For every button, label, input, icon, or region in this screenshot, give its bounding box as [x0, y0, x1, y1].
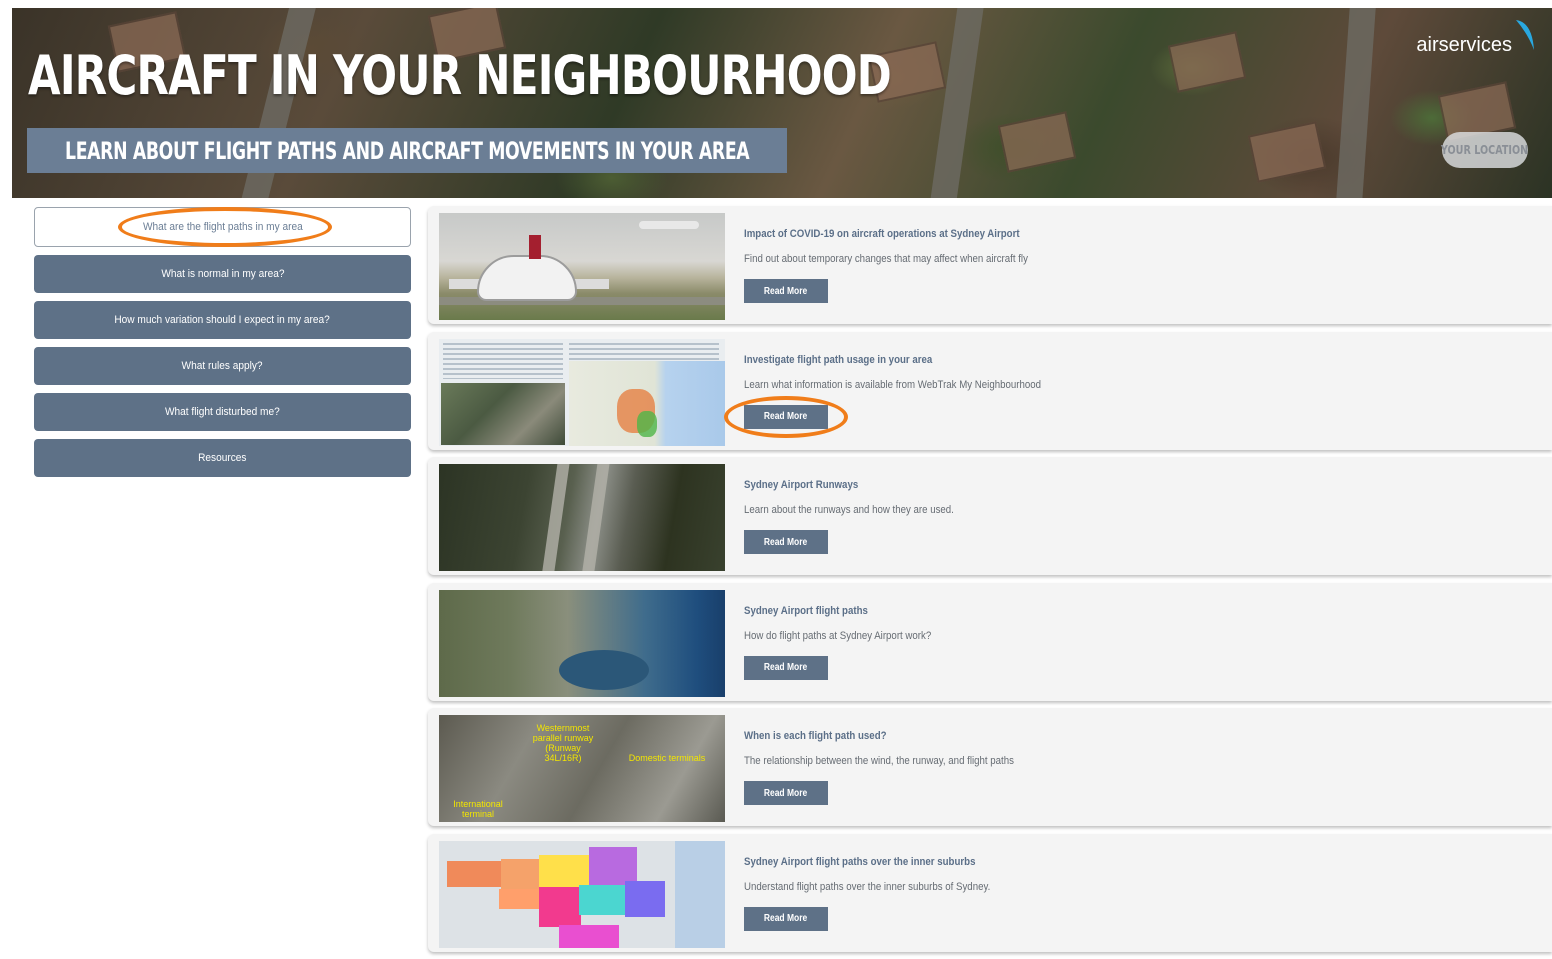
read-more-button[interactable]: Read More — [744, 655, 828, 680]
sidebar-item-variation[interactable]: How much variation should I expect in my… — [34, 301, 411, 339]
domestic-label: Domestic terminals — [628, 753, 706, 763]
logo-swoosh-icon — [1516, 20, 1534, 50]
card-thumbnail[interactable] — [439, 213, 725, 320]
jet-shape — [477, 255, 577, 301]
logo-text: airservices — [1416, 34, 1512, 56]
suburb-region — [499, 888, 539, 909]
read-more-button[interactable]: Read More — [744, 404, 828, 429]
read-more-label: Read More — [764, 913, 808, 924]
text-block — [443, 342, 563, 379]
read-more-label: Read More — [764, 285, 808, 297]
card-body: Sydney Airport flight paths over the inn… — [744, 856, 1024, 931]
aerial-image — [441, 382, 565, 445]
card-thumbnail[interactable] — [439, 840, 725, 948]
card-covid: Impact of COVID-19 on aircraft operation… — [428, 206, 1552, 324]
card-description: How do flight paths at Sydney Airport wo… — [744, 629, 932, 642]
card-thumbnail[interactable]: Westernmost parallel runway (Runway 34L/… — [439, 715, 725, 822]
card-description: Understand flight paths over the inner s… — [744, 880, 991, 893]
subtitle-bar: LEARN ABOUT FLIGHT PATHS AND AIRCRAFT MO… — [27, 128, 787, 173]
card-inner-suburbs: Sydney Airport flight paths over the inn… — [428, 833, 1552, 952]
aerial-road — [1332, 8, 1378, 198]
card-description: Find out about temporary changes that ma… — [744, 253, 1028, 265]
page-subtitle: LEARN ABOUT FLIGHT PATHS AND AIRCRAFT MO… — [64, 136, 750, 165]
card-body: Sydney Airport Runways Learn about the r… — [744, 479, 983, 554]
sidebar-item-label: What rules apply? — [181, 360, 263, 372]
aerial-roof — [1167, 31, 1247, 93]
card-body: When is each flight path used? The relat… — [744, 730, 1051, 805]
suburb-region — [447, 860, 501, 887]
card-title[interactable]: When is each flight path used? — [744, 730, 1014, 742]
aerial-road — [924, 8, 986, 198]
card-title[interactable]: Sydney Airport flight paths — [744, 605, 931, 617]
sidebar-item-normal[interactable]: What is normal in my area? — [34, 255, 411, 293]
suburb-region — [539, 854, 591, 889]
card-when-used: Westernmost parallel runway (Runway 34L/… — [428, 708, 1552, 826]
card-description: The relationship between the wind, the r… — [744, 755, 1014, 767]
read-more-label: Read More — [764, 787, 808, 799]
card-flight-paths: Sydney Airport flight paths How do fligh… — [428, 582, 1552, 701]
sea-shape — [675, 840, 725, 948]
page-title: AIRCRAFT IN YOUR NEIGHBOURHOOD — [28, 44, 892, 107]
card-description: Learn what information is available from… — [744, 378, 1041, 391]
flight-path-overlay — [637, 410, 657, 437]
sidebar-item-disturbed[interactable]: What flight disturbed me? — [34, 393, 411, 431]
runway-strip — [539, 464, 571, 571]
card-title[interactable]: Investigate flight path usage in your ar… — [744, 354, 1041, 366]
read-more-label: Read More — [764, 411, 808, 422]
sidebar-item-flight-paths[interactable]: What are the flight paths in my area — [34, 207, 411, 247]
tail-shape — [529, 235, 541, 259]
bay-shape — [559, 649, 649, 690]
read-more-button[interactable]: Read More — [744, 781, 828, 805]
card-runways: Sydney Airport Runways Learn about the r… — [428, 457, 1552, 575]
suburb-region — [501, 858, 541, 889]
sidebar-item-label: What is normal in my area? — [160, 268, 285, 280]
card-body: Investigate flight path usage in your ar… — [744, 354, 1082, 429]
card-description: Learn about the runways and how they are… — [744, 504, 954, 516]
read-more-button[interactable]: Read More — [744, 530, 828, 554]
aerial-roof — [997, 111, 1077, 173]
suburb-region — [625, 880, 665, 917]
hero-banner: AIRCRAFT IN YOUR NEIGHBOURHOOD LEARN ABO… — [12, 8, 1552, 198]
read-more-label: Read More — [764, 536, 808, 548]
card-thumbnail[interactable] — [439, 338, 725, 446]
sidebar-item-label: How much variation should I expect in my… — [114, 314, 331, 326]
airservices-logo[interactable]: airservices — [1416, 16, 1536, 57]
card-title[interactable]: Impact of COVID-19 on aircraft operation… — [744, 228, 1028, 240]
your-location-label: YOUR LOCATION — [1441, 143, 1529, 157]
sidebar-item-label: Resources — [198, 452, 247, 464]
plane-shape — [639, 221, 699, 229]
your-location-button[interactable]: YOUR LOCATION — [1441, 132, 1529, 168]
read-more-button[interactable]: Read More — [744, 279, 828, 303]
aerial-roof — [1247, 121, 1327, 183]
card-body: Sydney Airport flight paths How do fligh… — [744, 605, 957, 680]
international-label: International terminal — [453, 799, 503, 819]
card-thumbnail[interactable] — [439, 589, 725, 697]
runway-label: Westernmost parallel runway (Runway 34L/… — [532, 723, 594, 763]
sidebar-item-resources[interactable]: Resources — [34, 439, 411, 477]
sidebar-nav: What are the flight paths in my area Wha… — [34, 207, 411, 485]
sidebar-item-label: What flight disturbed me? — [165, 406, 280, 418]
read-more-button[interactable]: Read More — [744, 906, 828, 931]
card-thumbnail[interactable] — [439, 464, 725, 571]
suburb-region — [579, 884, 629, 915]
card-body: Impact of COVID-19 on aircraft operation… — [744, 228, 1067, 303]
card-title[interactable]: Sydney Airport flight paths over the inn… — [744, 856, 990, 868]
sidebar-item-rules[interactable]: What rules apply? — [34, 347, 411, 385]
read-more-label: Read More — [764, 662, 808, 673]
sidebar-item-label: What are the flight paths in my area — [142, 221, 303, 233]
suburb-region — [539, 886, 581, 927]
content-cards: Impact of COVID-19 on aircraft operation… — [428, 206, 1552, 959]
card-investigate: Investigate flight path usage in your ar… — [428, 331, 1552, 450]
suburb-region — [559, 924, 619, 948]
runway-strip — [579, 464, 611, 571]
card-title[interactable]: Sydney Airport Runways — [744, 479, 954, 491]
